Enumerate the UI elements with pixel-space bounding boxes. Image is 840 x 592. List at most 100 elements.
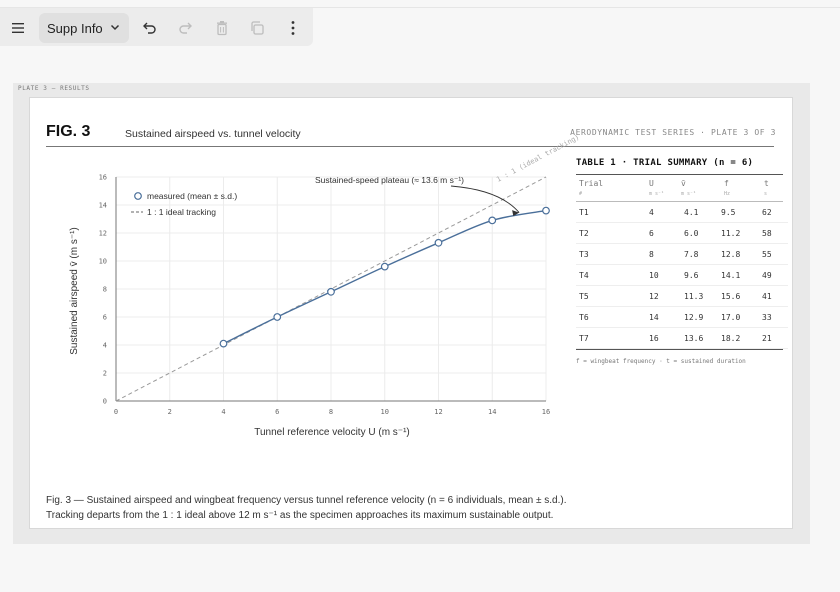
table-cell: 12 [649,292,659,301]
y-tick-label: 12 [99,230,107,238]
table-title: TABLE 1 · TRIAL SUMMARY (n = 6) [576,158,754,168]
x-tick-label: 16 [542,408,550,416]
table-cell: T7 [579,334,589,343]
table-col-unit: s [764,191,768,197]
trash-icon[interactable] [211,16,233,40]
undo-icon[interactable] [139,16,161,40]
table-row: T5 12 11.3 15.6 41 [576,286,788,307]
table-note: f = wingbeat frequency · t = sustained d… [576,358,746,365]
y-tick-label: 4 [103,342,107,350]
y-tick-label: 14 [99,202,107,210]
data-point [273,313,282,321]
table-body: T1 4 4.1 9.5 62 T2 6 6.0 11.2 58 T3 8 7.8 12.8 55 T4 10 9… [576,202,788,349]
data-point [380,262,389,271]
table-row: T4 10 9.6 14.1 49 [576,265,788,286]
toolbar: Supp Info [0,8,313,46]
table-cell: 49 [762,271,772,280]
table-col-unit: Hz [724,191,731,197]
table-col-unit: m s⁻¹ [681,191,697,197]
table-cell: 4 [649,208,654,217]
table-cell: 17.0 [721,313,741,322]
caption-line-1: Fig. 3 — Sustained airspeed and wingbeat… [46,495,567,506]
figure-sheet: FIG. 3 Sustained airspeed vs. tunnel vel… [29,97,793,529]
x-tick-label: 12 [434,408,442,416]
caption-line-2: Tracking departs from the 1 : 1 ideal ab… [46,510,554,521]
y-axis-label: Sustained airspeed v̄ (m s⁻¹) [69,227,80,355]
data-point [488,216,497,225]
dropdown-label: Supp Info [47,20,103,36]
x-tick-label: 0 [114,408,118,416]
table-cell: 10 [649,271,659,280]
table-col-header: f [724,179,729,188]
x-axis-label: Tunnel reference velocity U (m s⁻¹) [254,427,410,438]
table-cell: 14.1 [721,271,741,280]
table-cell: T5 [579,292,589,301]
data-point [434,238,443,247]
table-cell: 58 [762,229,772,238]
table-col-header: Trial [579,179,604,188]
table-cell: T6 [579,313,589,322]
table-cell: 13.6 [684,334,704,343]
x-tick-label: 14 [488,408,496,416]
x-tick-label: 4 [221,408,225,416]
table-cell: 18.2 [721,334,741,343]
y-tick-label: 16 [99,174,107,182]
figure-caption: Fig. 3 — Sustained airspeed and wingbeat… [46,493,776,523]
table-cell: 21 [762,334,772,343]
table-cell: 41 [762,292,772,301]
table-cell: 11.2 [721,229,741,238]
table-cell: 16 [649,334,659,343]
table-row: T2 6 6.0 11.2 58 [576,223,788,244]
table-cell: 62 [762,208,772,217]
x-tick-label: 10 [381,408,389,416]
table-cell: T1 [579,208,589,217]
table-cell: 15.6 [721,292,741,301]
trial-summary-table: TABLE 1 · TRIAL SUMMARY (n = 6) Trial # Um… [576,158,788,365]
table-cell: 7.8 [684,250,699,259]
copy-icon[interactable] [246,16,268,40]
table-row: T1 4 4.1 9.5 62 [576,202,788,223]
table-cell: T3 [579,250,589,259]
table-col-unit: m s⁻¹ [649,191,665,197]
x-tick-label: 2 [168,408,172,416]
table-cell: 8 [649,250,654,259]
table-col-header: U [649,179,654,188]
table-cell: T2 [579,229,589,238]
chevron-down-icon [109,21,121,36]
x-tick-label: 8 [329,408,333,416]
more-vertical-icon[interactable] [282,16,304,40]
table-row: T7 16 13.6 18.2 21 [576,328,788,349]
ideal-line-annotation: 1 : 1 (ideal tracking) [495,133,581,184]
y-tick-label: 2 [103,370,107,378]
data-point [327,287,335,296]
plate-label: PLATE 3 — RESULTS [18,85,90,92]
hamburger-menu-icon[interactable] [6,16,30,40]
table-bottom-rule [576,349,783,350]
table-cell: 9.5 [721,208,736,217]
redo-icon[interactable] [174,16,196,40]
table-cell: 55 [762,250,772,259]
table-col-unit: # [579,191,583,197]
table-cell: 11.3 [684,292,704,301]
x-tick-label: 6 [275,408,279,416]
table-cell: 14 [649,313,659,322]
y-tick-label: 10 [99,258,107,266]
table-col-header: v̄ [681,179,686,188]
table-col-header: t [764,179,769,188]
table-row: T6 14 12.9 17.0 33 [576,307,788,328]
legend-label-measured: measured (mean ± s.d.) [147,191,237,201]
data-point [219,339,228,348]
table-cell: 12.9 [684,313,704,322]
plateau-annotation: Sustained-speed plateau (≈ 13.6 m s⁻¹) [315,175,464,185]
y-tick-label: 8 [103,286,107,294]
table-header: Trial # Um s⁻¹ v̄ m s⁻¹ f Hz t s [576,175,788,201]
plate: PLATE 3 — RESULTS FIG. 3 Sustained airsp… [13,83,810,544]
table-cell: 4.1 [684,208,699,217]
legend-label-ideal: 1 : 1 ideal tracking [147,207,216,217]
table-cell: 9.6 [684,271,699,280]
table-row: T3 8 7.8 12.8 55 [576,244,788,265]
table-cell: 12.8 [721,250,741,259]
table-cell: 33 [762,313,772,322]
y-tick-label: 0 [103,398,107,406]
document-dropdown[interactable]: Supp Info [39,13,129,43]
